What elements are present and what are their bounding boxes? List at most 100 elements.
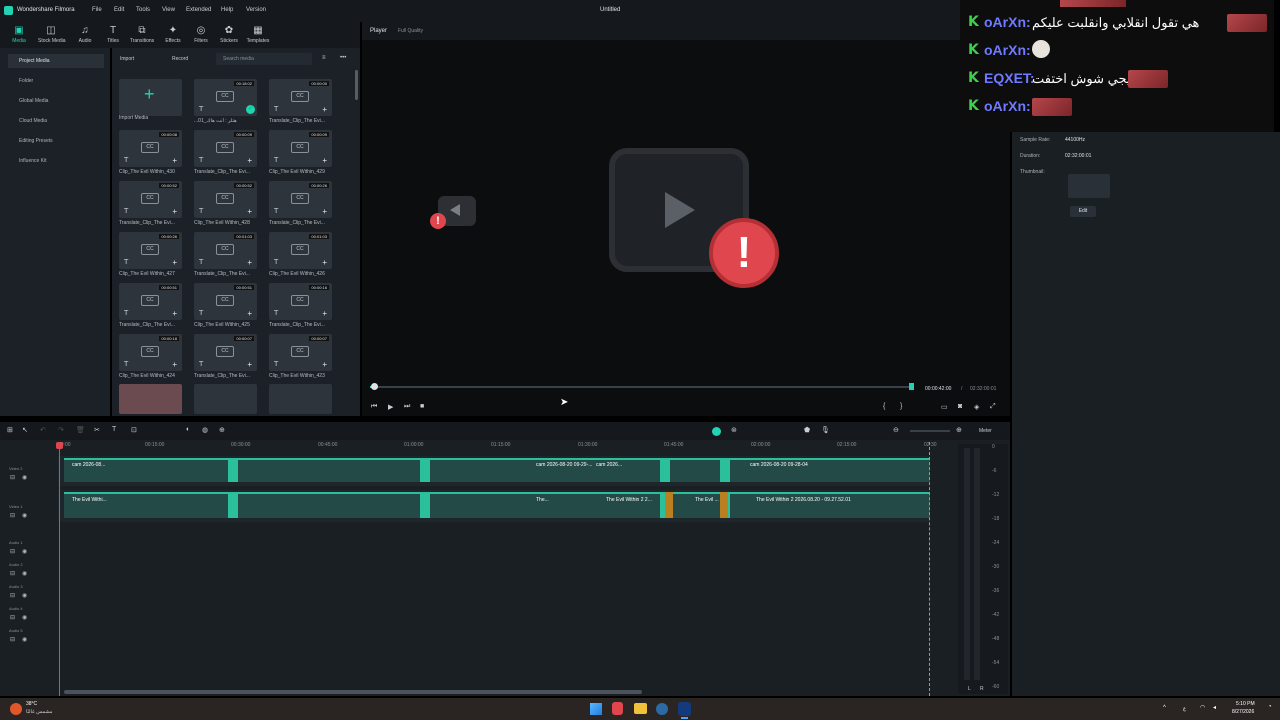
nav-editing-presets[interactable]: Editing Presets — [8, 134, 104, 148]
fullscreen-icon[interactable]: ⤢ — [990, 403, 996, 411]
menu-version[interactable]: Version — [246, 7, 266, 13]
track-eye-icon[interactable]: ◉ — [22, 592, 27, 599]
marker-icon[interactable]: ⬟ — [804, 426, 810, 434]
layout-icon[interactable]: ⊞ — [7, 426, 13, 434]
ai-toggle-icon[interactable] — [712, 427, 721, 436]
add-icon[interactable]: + — [322, 105, 327, 114]
zoom-in-icon[interactable]: ⊕ — [956, 426, 962, 434]
speed-icon[interactable]: ◐ — [186, 426, 190, 433]
color-icon[interactable]: ◍ — [202, 426, 208, 434]
player-progress-track[interactable] — [370, 386, 912, 388]
player-end-marker[interactable] — [909, 383, 914, 390]
render-icon[interactable]: ⊛ — [731, 426, 737, 434]
prev-frame-icon[interactable]: ⏮ — [371, 403, 377, 411]
nav-folder[interactable]: Folder — [8, 74, 104, 88]
track-eye-icon[interactable]: ◉ — [22, 636, 27, 643]
track-lock-icon[interactable]: ⊟ — [10, 512, 15, 519]
media-thumbnail[interactable]: 00:00:09 CC T + — [269, 130, 332, 167]
tab-transitions[interactable]: ⧉ Transitions — [129, 22, 155, 48]
nav-project-media[interactable]: Project Media — [8, 54, 104, 68]
add-icon[interactable]: + — [247, 258, 252, 267]
media-thumbnail[interactable]: 00:00:07 CC T + — [194, 334, 257, 371]
media-thumbnail[interactable]: 00:00:08 CC T + — [119, 130, 182, 167]
add-icon[interactable]: + — [172, 207, 177, 216]
tab-effects[interactable]: ✦ Effects — [160, 22, 186, 48]
display-icon[interactable]: ▭ — [941, 403, 948, 411]
media-thumbnail[interactable]: 00:00:07 CC T + — [269, 334, 332, 371]
select-tool-icon[interactable]: ↖ — [22, 426, 28, 434]
nav-influence-kit[interactable]: Influence Kit — [8, 154, 104, 168]
track-lock-icon[interactable]: ⊟ — [10, 592, 15, 599]
add-icon[interactable]: + — [172, 360, 177, 369]
clock-time[interactable]: 5:10 PM — [1236, 701, 1255, 707]
nav-global-media[interactable]: Global Media — [8, 94, 104, 108]
thumbnail-edit-button[interactable]: Edit — [1070, 206, 1096, 217]
import-button[interactable]: Import — [120, 56, 134, 62]
quality-select[interactable]: Full Quality — [398, 28, 423, 34]
menu-file[interactable]: File — [92, 7, 102, 13]
media-thumbnail[interactable]: 00:00:09 CC T + — [194, 130, 257, 167]
media-thumbnail[interactable]: 00:18:02 CC T ✓ — [194, 79, 257, 116]
meter-button[interactable]: Meter — [979, 428, 992, 434]
zoom-out-icon[interactable]: ⊖ — [893, 426, 899, 434]
tab-stock-media[interactable]: ◫ Stock Media — [38, 22, 66, 48]
tab-audio[interactable]: ♫ Audio — [72, 22, 98, 48]
menu-tools[interactable]: Tools — [136, 7, 150, 13]
effects-tool-icon[interactable]: ⊕ — [219, 426, 225, 434]
media-scrollbar[interactable] — [355, 70, 358, 100]
notification-icon[interactable]: ◔ — [1268, 704, 1272, 710]
track-lock-icon[interactable]: ⊟ — [10, 570, 15, 577]
tray-chevron-icon[interactable]: ^ — [1163, 705, 1166, 711]
media-thumbnail[interactable] — [119, 384, 182, 414]
media-thumbnail[interactable] — [194, 384, 257, 414]
track-lock-icon[interactable]: ⊟ — [10, 474, 15, 481]
add-icon[interactable]: + — [172, 309, 177, 318]
track-eye-icon[interactable]: ◉ — [22, 614, 27, 621]
add-icon[interactable]: + — [322, 258, 327, 267]
timeline-playhead[interactable] — [59, 442, 60, 696]
mark-out-icon[interactable]: } — [900, 403, 902, 410]
clip-transition[interactable] — [228, 492, 238, 518]
start-icon[interactable] — [590, 703, 602, 715]
add-icon[interactable]: + — [172, 156, 177, 165]
snapshot-icon[interactable]: ◙ — [958, 403, 962, 410]
media-thumbnail[interactable]: 00:01:03 CC T + — [269, 232, 332, 269]
language-indicator[interactable]: ع — [1183, 706, 1186, 712]
filter-icon[interactable]: ≡ — [322, 55, 326, 61]
media-thumbnail[interactable]: 00:00:00 CC T + — [269, 79, 332, 116]
crop-icon[interactable]: ⊡ — [131, 426, 137, 434]
clip-transition[interactable] — [420, 492, 430, 518]
track-lock-icon[interactable]: ⊟ — [10, 614, 15, 621]
add-icon[interactable]: + — [247, 207, 252, 216]
timeline-hscroll[interactable] — [64, 690, 642, 694]
track-eye-icon[interactable]: ◉ — [22, 570, 27, 577]
play-icon[interactable]: ▶ — [388, 403, 393, 411]
media-thumbnail[interactable]: 00:00:51 CC T + — [119, 283, 182, 320]
audio-out-icon[interactable]: ◈ — [974, 403, 979, 411]
media-thumbnail[interactable]: 00:00:16 CC T + — [269, 283, 332, 320]
tab-templates[interactable]: ▦ Templates — [245, 22, 271, 48]
add-icon[interactable]: + — [247, 309, 252, 318]
tab-media[interactable]: ▣ Media — [6, 22, 32, 48]
explorer-icon[interactable] — [634, 703, 647, 714]
menu-view[interactable]: View — [162, 7, 175, 13]
more-icon[interactable]: ••• — [340, 55, 346, 61]
media-thumbnail[interactable]: 00:00:26 CC T + — [119, 232, 182, 269]
media-thumbnail[interactable]: 00:00:18 CC T + — [119, 334, 182, 371]
add-icon[interactable]: + — [247, 360, 252, 369]
add-icon[interactable]: + — [322, 360, 327, 369]
next-frame-icon[interactable]: ⏭ — [404, 403, 410, 411]
steam-icon[interactable] — [656, 703, 668, 715]
mic-icon[interactable]: 🎙 — [821, 426, 830, 434]
media-thumbnail[interactable]: 00:00:52 CC T + — [119, 181, 182, 218]
nav-cloud-media[interactable]: Cloud Media — [8, 114, 104, 128]
add-icon[interactable]: + — [322, 309, 327, 318]
tab-titles[interactable]: T Titles — [100, 22, 126, 48]
add-icon[interactable]: + — [322, 207, 327, 216]
search-input[interactable]: Search media — [216, 53, 312, 65]
stop-icon[interactable]: ■ — [420, 403, 424, 410]
clock-date[interactable]: 8/27/2026 — [1232, 709, 1254, 715]
track-eye-icon[interactable]: ◉ — [22, 512, 27, 519]
track-eye-icon[interactable]: ◉ — [22, 548, 27, 555]
menu-extended[interactable]: Extended — [186, 7, 211, 13]
